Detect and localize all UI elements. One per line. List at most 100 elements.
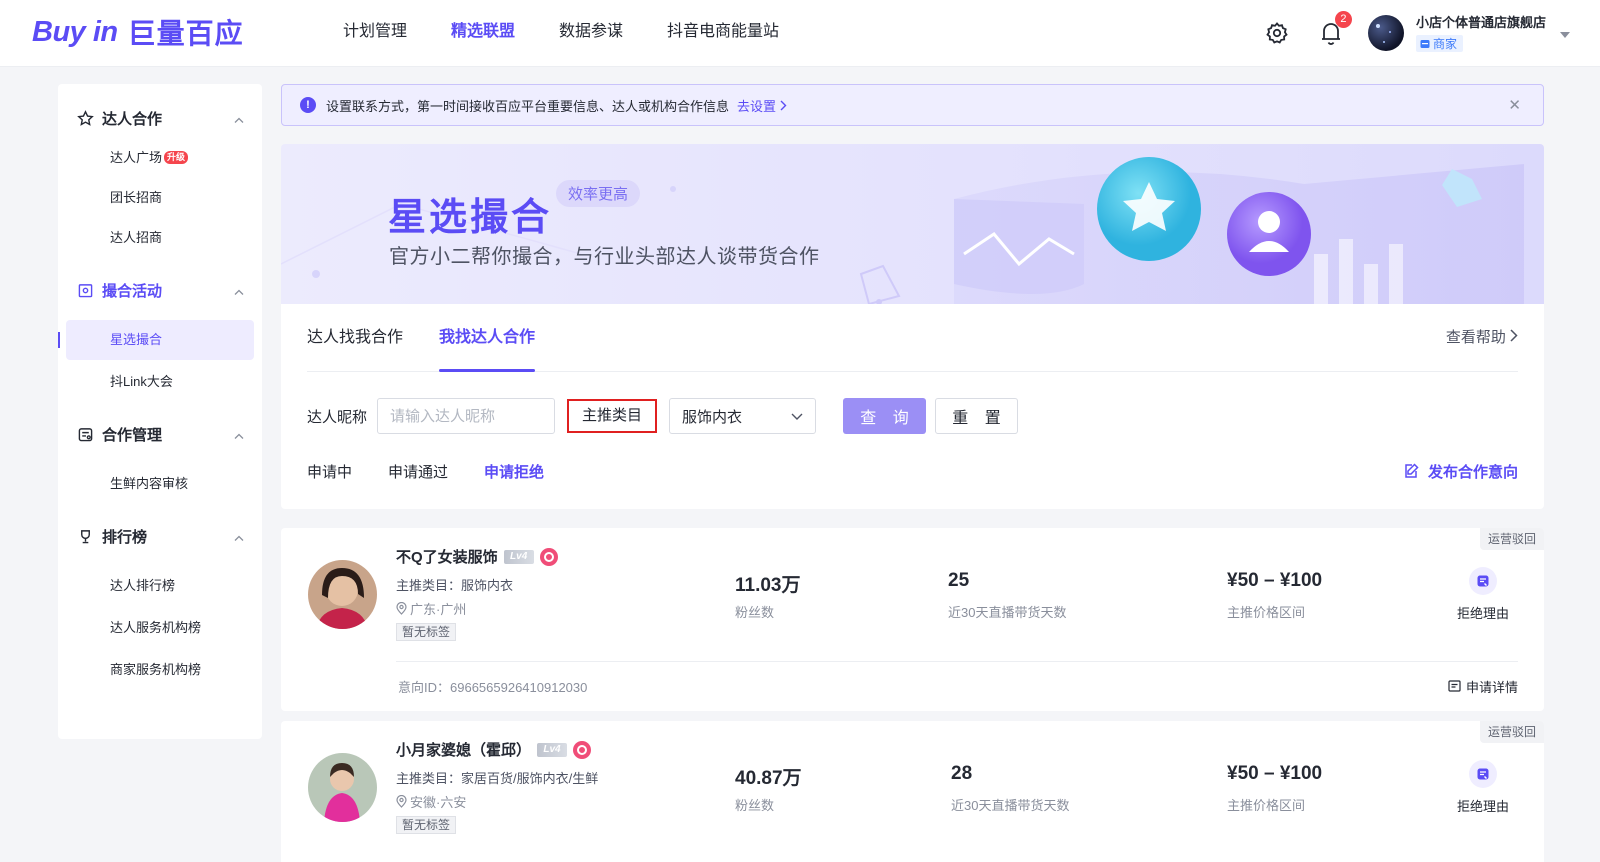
logo-cn: 巨量百应 [127, 18, 244, 49]
reject-reason-button[interactable]: 拒绝理由 [1453, 567, 1513, 622]
reject-reason-button[interactable]: 拒绝理由 [1453, 760, 1513, 815]
chevron-right-icon [780, 100, 787, 110]
nav-plan-management[interactable]: 计划管理 [343, 0, 407, 66]
tab-i-find-talent[interactable]: 我找达人合作 [439, 304, 536, 372]
nav-data-advisor[interactable]: 数据参谋 [559, 0, 623, 66]
fans-count: 11.03万 [735, 575, 801, 596]
upgrade-badge: 升级 [164, 151, 189, 164]
settings-icon[interactable] [1264, 20, 1290, 46]
trophy-icon [76, 527, 94, 545]
intent-id: 意向ID：6966565926410912030 [398, 680, 588, 695]
star-icon [76, 109, 94, 127]
location-pin-icon [396, 795, 407, 808]
level-badge: Lv4 [537, 742, 568, 757]
sidebar-group-coop-management[interactable]: 合作管理 [58, 414, 262, 454]
sidebar-item-talent-ranking[interactable]: 达人排行榜 [66, 566, 254, 606]
close-icon[interactable]: ✕ [1508, 96, 1521, 114]
sidebar-item-star-match[interactable]: 星选撮合 [58, 320, 254, 360]
query-button[interactable]: 查 询 [843, 398, 927, 434]
sidebar: 达人合作 达人广场 升级 团长招商 达人招商 撮合活动 星选撮合 抖Link大会 … [58, 84, 262, 739]
chevron-down-icon[interactable] [1560, 25, 1570, 41]
application-detail-link[interactable]: 申请详情 [1448, 677, 1518, 696]
fans-count: 40.87万 [735, 768, 802, 789]
sidebar-group-match-activity[interactable]: 撮合活动 [58, 270, 262, 310]
chevron-up-icon [234, 528, 244, 544]
sidebar-group-talent-coop[interactable]: 达人合作 [58, 98, 262, 138]
sidebar-group-ranking[interactable]: 排行榜 [58, 516, 262, 556]
subtab-applying[interactable]: 申请中 [307, 461, 352, 482]
live-days: 28 [951, 763, 973, 784]
list-item: 运营驳回 不Q了女装服饰 Lv4 主推类目：服饰内衣 广东·广州 暂无标签 11… [281, 528, 1544, 711]
reason-icon [1469, 760, 1497, 788]
chevron-up-icon [234, 426, 244, 442]
nav-energy-station[interactable]: 抖音电商能量站 [667, 0, 779, 66]
notification-badge: 2 [1334, 11, 1352, 28]
sidebar-item-talent-recruit[interactable]: 达人招商 [66, 218, 254, 258]
live-days-label: 近30天直播带货天数 [951, 798, 1070, 813]
subtab-rejected[interactable]: 申请拒绝 [484, 461, 544, 482]
document-icon [1448, 680, 1461, 692]
price-range-label: 主推价格区间 [1227, 798, 1306, 813]
sidebar-item-talent-square[interactable]: 达人广场 升级 [66, 138, 254, 178]
banner-subtitle: 官方小二帮你撮合，与行业头部达人谈带货合作 [389, 246, 820, 268]
main-card: 达人找我合作 我找达人合作 查看帮助 达人昵称 主推类目 服饰内衣 查 询 重 … [281, 304, 1544, 509]
live-days-label: 近30天直播带货天数 [948, 605, 1067, 620]
logo[interactable]: Buy in 巨量百应 [32, 14, 244, 50]
banner-decoration [281, 186, 901, 304]
publish-intent-button[interactable]: 发布合作意向 [1404, 454, 1518, 488]
calendar-icon [76, 281, 94, 299]
sidebar-item-fresh-review[interactable]: 生鲜内容审核 [66, 464, 254, 504]
chevron-right-icon [1510, 329, 1518, 342]
level-badge: Lv4 [503, 549, 534, 564]
chevron-up-icon [234, 110, 244, 126]
tabs: 达人找我合作 我找达人合作 查看帮助 [307, 304, 1518, 372]
avatar[interactable] [308, 753, 377, 822]
chevron-up-icon [234, 282, 244, 298]
main-category: 主推类目：家居百货/服饰内衣/生鲜 [396, 771, 599, 786]
sidebar-item-talent-agency-ranking[interactable]: 达人服务机构榜 [66, 608, 254, 648]
price-range-label: 主推价格区间 [1227, 605, 1306, 620]
avatar[interactable] [308, 560, 377, 629]
nickname-input[interactable] [377, 398, 556, 434]
help-link[interactable]: 查看帮助 [1446, 304, 1518, 372]
price-range: ¥50 – ¥100 [1227, 763, 1323, 784]
shop-info[interactable]: 小店个体普通店旗舰店 商家 [1415, 14, 1546, 52]
filter-bar: 达人昵称 主推类目 服饰内衣 查 询 重 置 [307, 398, 1019, 434]
fans-label: 粉丝数 [735, 605, 775, 620]
talent-tag: 暂无标签 [396, 623, 457, 641]
store-icon [1420, 39, 1430, 48]
talent-name[interactable]: 小月家婆媳（霍邱） Lv4 [396, 739, 592, 760]
nav-selected-alliance[interactable]: 精选联盟 [451, 0, 515, 66]
category-label: 主推类目 [567, 399, 658, 433]
location: 广东·广州 [396, 599, 466, 618]
sidebar-item-merchant-agency-ranking[interactable]: 商家服务机构榜 [66, 650, 254, 690]
douyin-icon [539, 547, 558, 566]
shop-avatar[interactable] [1367, 15, 1404, 51]
divider [396, 661, 1518, 662]
talent-tag: 暂无标签 [396, 816, 457, 834]
fans-label: 粉丝数 [735, 798, 775, 813]
sidebar-item-leader-recruit[interactable]: 团长招商 [66, 178, 254, 218]
location: 安徽·六安 [396, 792, 466, 811]
reset-button[interactable]: 重 置 [935, 398, 1019, 434]
banner-title: 星选撮合 [388, 197, 553, 239]
douyin-icon [573, 740, 592, 759]
category-select[interactable]: 服饰内衣 [669, 398, 817, 434]
top-header: Buy in 巨量百应 计划管理 精选联盟 数据参谋 抖音电商能量站 2 小店个… [0, 0, 1600, 66]
subtab-approved[interactable]: 申请通过 [388, 461, 448, 482]
notice-bar: ! 设置联系方式，第一时间接收百应平台重要信息、达人或机构合作信息 去设置 ✕ [281, 84, 1544, 126]
sidebar-item-link-conference[interactable]: 抖Link大会 [66, 362, 254, 402]
banner-illustration [954, 157, 1524, 304]
tab-talent-finds-me[interactable]: 达人找我合作 [307, 304, 403, 372]
main-category: 主推类目：服饰内衣 [396, 578, 514, 593]
bell-icon[interactable]: 2 [1318, 11, 1352, 46]
banner: 星选撮合 效率更高 官方小二帮你撮合，与行业头部达人谈带货合作 [281, 144, 1544, 304]
edit-icon [1405, 463, 1419, 478]
nickname-label: 达人昵称 [307, 408, 368, 426]
price-range: ¥50 – ¥100 [1227, 570, 1323, 591]
talent-name[interactable]: 不Q了女装服饰 Lv4 [396, 546, 558, 567]
status-tabs: 申请中 申请通过 申请拒绝 [307, 454, 580, 488]
location-pin-icon [396, 602, 407, 615]
list-item: 运营驳回 小月家婆媳（霍邱） Lv4 主推类目：家居百货/服饰内衣/生鲜 安徽·… [281, 721, 1544, 862]
notice-settings-link[interactable]: 去设置 [737, 96, 787, 115]
